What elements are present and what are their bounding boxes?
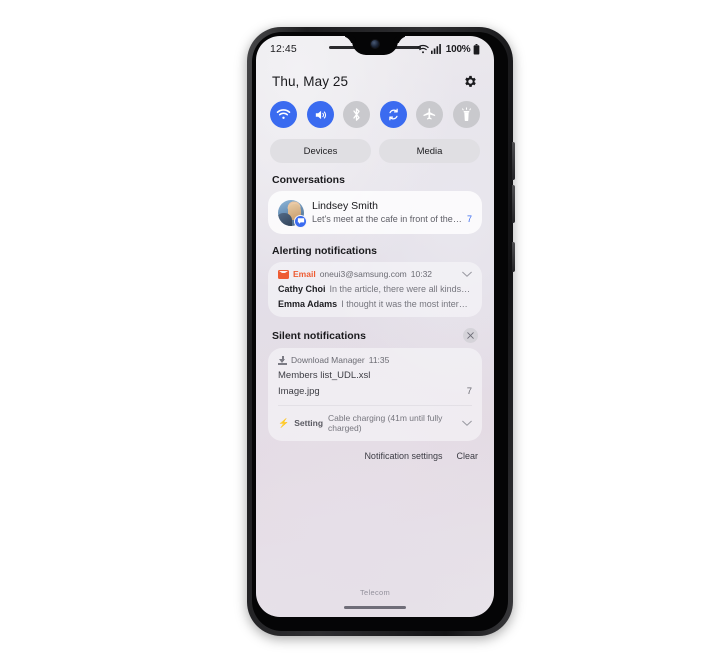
- conversation-unread-count: 7: [466, 214, 472, 224]
- chevron-down-icon[interactable]: [462, 271, 472, 278]
- media-button[interactable]: Media: [379, 139, 480, 163]
- toggle-sound[interactable]: [306, 101, 334, 128]
- battery-percent-label: 100%: [445, 43, 471, 55]
- alerting-message-row: Emma Adams I thought it was the most int…: [278, 299, 472, 309]
- alerting-message-row: Cathy Choi In the article, there were al…: [278, 284, 472, 294]
- silent-card[interactable]: Download Manager 11:35 Members list_UDL.…: [268, 348, 482, 441]
- chat-glyph-icon: [297, 218, 304, 224]
- signal-bars-icon: [431, 44, 442, 54]
- setting-notification[interactable]: ⚡ Setting Cable charging (41m until full…: [278, 405, 472, 441]
- conversation-preview-row: Let's meet at the cafe in front of the c…: [312, 213, 472, 226]
- carrier-label: Telecom: [359, 588, 391, 597]
- battery-full-icon: [473, 43, 480, 55]
- message-body: In the article, there were all kinds of …: [329, 284, 472, 294]
- wifi-icon: [417, 44, 429, 53]
- alerting-label: Alerting notifications: [272, 245, 377, 257]
- toggle-airplane-mode[interactable]: [416, 101, 444, 128]
- quick-settings-toggles: [256, 101, 494, 128]
- toggle-bluetooth[interactable]: [343, 101, 371, 128]
- date-label: Thu, May 25: [272, 74, 349, 89]
- download-app-name: Download Manager: [291, 355, 365, 365]
- alerting-section-header: Alerting notifications: [256, 234, 494, 262]
- conversation-text-block: Lindsey Smith Let's meet at the cafe in …: [312, 199, 472, 226]
- email-time: 10:32: [410, 269, 433, 279]
- notification-actions-row: Notification settings Clear: [256, 441, 494, 461]
- conversations-label: Conversations: [272, 174, 345, 186]
- status-bar: 12:45 100%: [256, 36, 494, 62]
- file-name: Image.jpg: [278, 386, 320, 397]
- speaker-icon: [315, 110, 326, 119]
- bluetooth-icon: [353, 108, 360, 121]
- status-clock: 12:45: [270, 43, 297, 55]
- email-icon: [278, 269, 289, 279]
- phone-screen: 12:45 100% Thu, May 25 Devices Media Con…: [256, 36, 494, 617]
- message-bubble-icon: [294, 214, 307, 228]
- notification-settings-button[interactable]: Notification settings: [364, 451, 442, 461]
- lightning-bolt-icon: ⚡: [278, 417, 290, 428]
- home-indicator[interactable]: [344, 606, 406, 609]
- auto-rotate-icon: [389, 108, 398, 121]
- clear-button[interactable]: Clear: [456, 451, 478, 461]
- chevron-down-icon[interactable]: [462, 420, 472, 427]
- volume-down-button[interactable]: [512, 185, 515, 223]
- download-file-row[interactable]: Image.jpg 7: [278, 386, 472, 397]
- avatar: [278, 199, 307, 228]
- devices-media-row: Devices Media: [256, 128, 494, 163]
- toggle-flashlight[interactable]: [452, 101, 480, 128]
- close-icon[interactable]: [463, 328, 478, 343]
- devices-button[interactable]: Devices: [270, 139, 371, 163]
- phone-device-frame: 12:45 100% Thu, May 25 Devices Media Con…: [247, 27, 515, 636]
- gear-icon[interactable]: [463, 74, 478, 89]
- date-header-row: Thu, May 25: [256, 62, 494, 99]
- volume-up-button[interactable]: [512, 142, 515, 180]
- wifi-icon: [276, 109, 291, 119]
- message-sender: Cathy Choi: [278, 284, 326, 294]
- file-count: 7: [466, 386, 472, 397]
- toggle-auto-rotate[interactable]: [379, 101, 407, 128]
- setting-app-name: Setting: [294, 418, 324, 428]
- email-notification[interactable]: Email oneui3@samsung.com 10:32 Cathy Cho…: [268, 262, 482, 317]
- silent-section-header: Silent notifications: [256, 317, 494, 348]
- message-sender: Emma Adams: [278, 299, 338, 309]
- status-icons-group: 100%: [417, 43, 480, 55]
- message-body: I thought it was the most interesting th…: [341, 299, 472, 309]
- email-app-name: Email: [293, 269, 316, 279]
- download-app-line: Download Manager 11:35: [278, 355, 472, 365]
- conversation-item[interactable]: Lindsey Smith Let's meet at the cafe in …: [268, 191, 482, 234]
- file-name: Members list_UDL.xsl: [278, 370, 371, 381]
- close-glyph-icon: [467, 332, 474, 339]
- conversations-section-header: Conversations: [256, 163, 494, 191]
- download-notification[interactable]: Download Manager 11:35 Members list_UDL.…: [268, 348, 482, 441]
- alerting-card[interactable]: Email oneui3@samsung.com 10:32 Cathy Cho…: [268, 262, 482, 317]
- conversation-card[interactable]: Lindsey Smith Let's meet at the cafe in …: [268, 191, 482, 234]
- charging-status-text: Cable charging (41m until fully charged): [328, 413, 443, 433]
- download-icon: [278, 355, 287, 365]
- toggle-wifi[interactable]: [270, 101, 297, 128]
- conversation-sender-name: Lindsey Smith: [312, 200, 378, 212]
- download-file-row[interactable]: Members list_UDL.xsl: [278, 370, 472, 381]
- conversation-message-preview: Let's meet at the cafe in front of the c…: [312, 214, 462, 224]
- email-account: oneui3@samsung.com: [319, 269, 407, 279]
- silent-label: Silent notifications: [272, 329, 366, 342]
- download-time: 11:35: [368, 355, 390, 365]
- power-button[interactable]: [512, 242, 515, 272]
- airplane-icon: [423, 108, 436, 120]
- flashlight-icon: [462, 107, 471, 121]
- email-app-line: Email oneui3@samsung.com 10:32: [278, 269, 472, 279]
